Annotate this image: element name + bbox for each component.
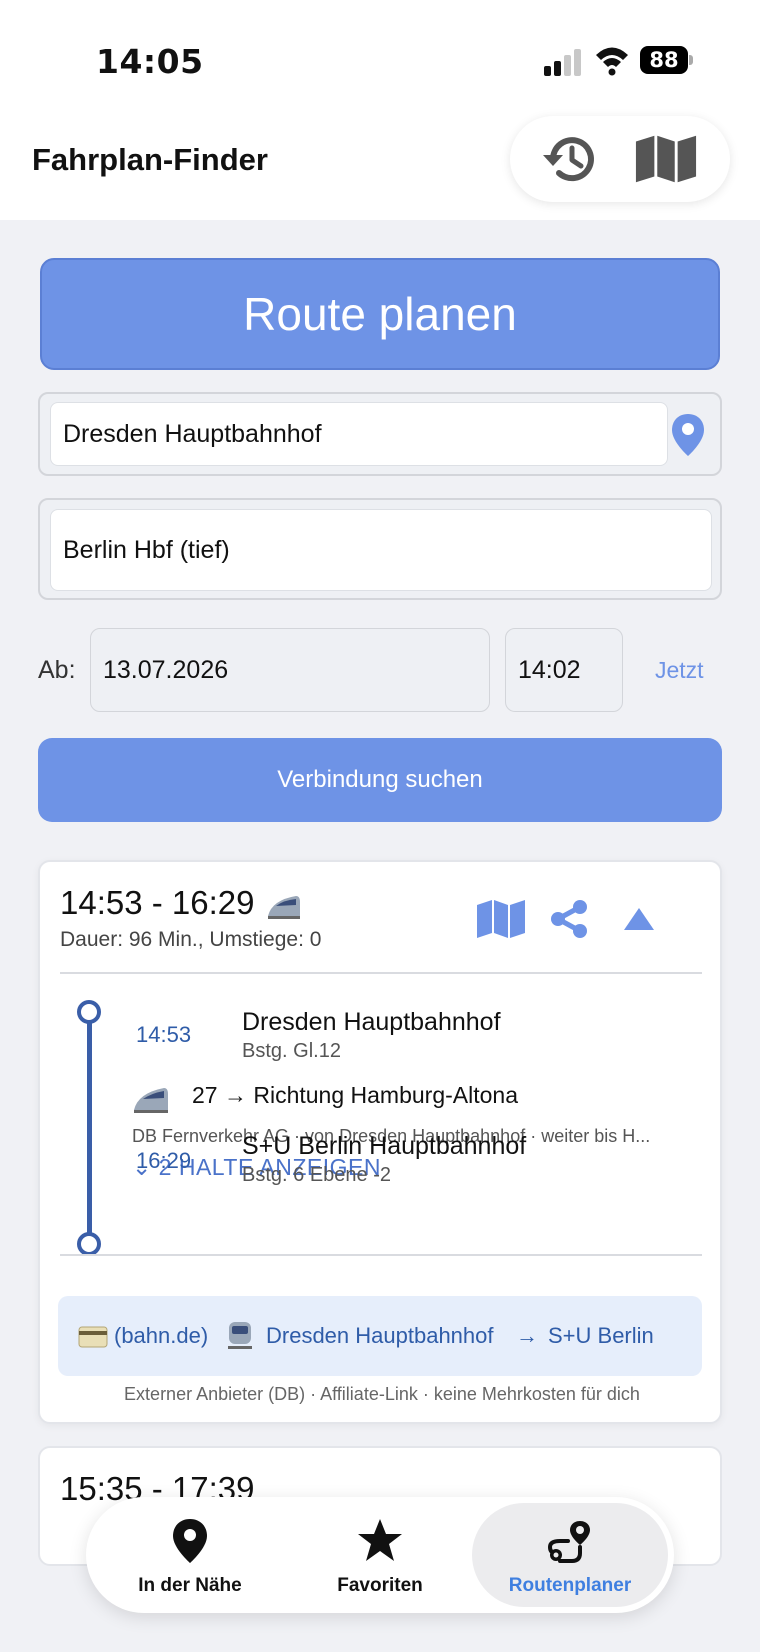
collapse-button[interactable] — [612, 894, 666, 944]
route-planner-banner: Route planen — [40, 258, 720, 370]
origin-time: 14:53 — [136, 1022, 192, 1047]
timeline-start-dot — [77, 1000, 101, 1024]
date-input[interactable]: 13.07.2026 — [90, 628, 490, 712]
history-icon — [543, 137, 594, 182]
booking-provider: (bahn.de) — [114, 1323, 209, 1348]
tab-label: Routenplaner — [508, 1575, 632, 1596]
history-button[interactable] — [538, 127, 602, 191]
tab-nearby[interactable]: In der Nähe — [92, 1503, 288, 1607]
share-button[interactable] — [542, 894, 596, 944]
tab-route-planner[interactable]: Routenplaner — [472, 1503, 668, 1607]
status-time: 14:05 — [96, 42, 204, 81]
origin-name: Dresden Hauptbahnhof — [242, 1008, 501, 1036]
timeline-line — [87, 1012, 92, 1242]
map-icon — [477, 900, 525, 938]
time-input[interactable]: 14:02 — [505, 628, 623, 712]
departure-label: Ab: — [38, 656, 76, 684]
show-on-map-button[interactable] — [474, 894, 528, 944]
booking-arrow: → — [516, 1323, 538, 1348]
triangle-up-icon — [624, 908, 654, 930]
destination-platform: Bstg. 6 Ebene -2 — [242, 1164, 391, 1186]
destination-time: 16:29 — [136, 1148, 192, 1173]
connection-summary: Dauer: 96 Min., Umstiege: 0 — [60, 928, 322, 951]
app-header: Fahrplan-Finder — [0, 110, 760, 220]
booking-note: Externer Anbieter (DB) · Affiliate-Link … — [124, 1384, 640, 1404]
star-icon — [358, 1519, 402, 1561]
connection-times: 14:53 - 16:29 — [60, 884, 255, 921]
from-field-wrapper: Dresden Hauptbahnhof — [38, 392, 722, 476]
use-location-button[interactable] — [666, 405, 710, 465]
tab-label: In der Nähe — [138, 1575, 242, 1596]
map-button[interactable] — [634, 127, 698, 191]
search-connection-button[interactable]: Verbindung suchen — [38, 738, 722, 822]
leg-line: 27 → Richtung Hamburg-Altona — [192, 1082, 518, 1108]
cellular-signal-icon — [544, 49, 581, 76]
tab-bar: In der Nähe Favoriten Routenplaner — [86, 1497, 674, 1613]
tab-favorites[interactable]: Favoriten — [282, 1503, 478, 1607]
timeline-end-dot — [77, 1232, 101, 1256]
booking-to: S+U Berlin — [548, 1323, 654, 1348]
battery-icon: 88 — [640, 46, 693, 74]
map-icon — [635, 135, 697, 183]
page-title: Fahrplan-Finder — [32, 142, 268, 177]
share-icon — [551, 900, 587, 938]
route-icon — [547, 1521, 590, 1563]
credit-card-icon — [78, 1326, 108, 1348]
booking-link[interactable]: (bahn.de) Dresden Hauptbahnhof → S+U Ber… — [58, 1296, 702, 1376]
battery-level: 88 — [640, 46, 688, 74]
status-bar: 14:05 88 — [0, 0, 760, 110]
to-input[interactable]: Berlin Hbf (tief) — [50, 509, 712, 591]
destination-name: S+U Berlin Hauptbahnhof — [242, 1132, 527, 1160]
high-speed-train-icon — [134, 1088, 168, 1113]
to-field-wrapper: Berlin Hbf (tief) — [38, 498, 722, 600]
connection-card[interactable]: 14:53 - 16:29 Dauer: 96 Min., Umstiege: … — [38, 860, 722, 1424]
origin-platform: Bstg. Gl.12 — [242, 1040, 341, 1062]
now-button[interactable]: Jetzt — [655, 657, 704, 684]
train-icon — [228, 1322, 252, 1349]
location-pin-icon — [672, 414, 704, 456]
tab-label: Favoriten — [337, 1575, 423, 1596]
header-actions — [510, 116, 730, 202]
wifi-icon — [596, 47, 628, 76]
location-pin-icon — [173, 1519, 207, 1563]
high-speed-train-icon — [268, 896, 300, 919]
booking-from: Dresden Hauptbahnhof — [266, 1323, 494, 1348]
from-input[interactable]: Dresden Hauptbahnhof — [50, 402, 668, 466]
divider — [60, 972, 702, 974]
divider — [60, 1254, 702, 1256]
